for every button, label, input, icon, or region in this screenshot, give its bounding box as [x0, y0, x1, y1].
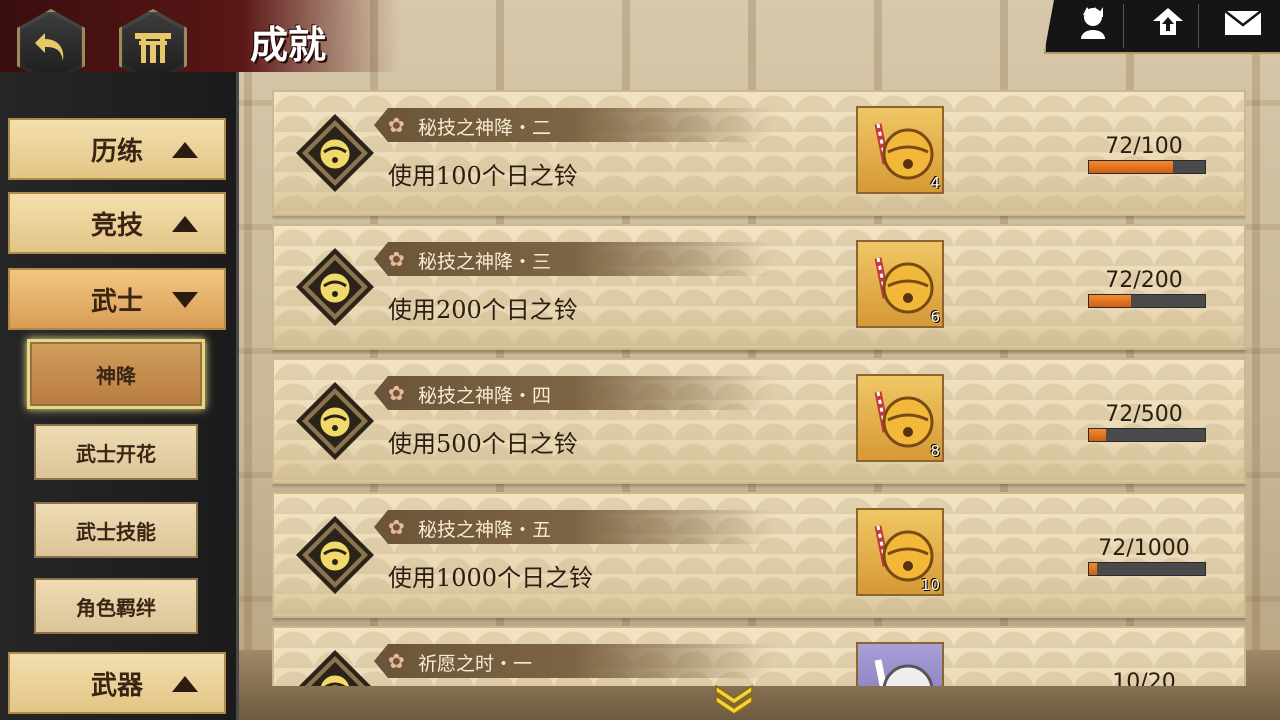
- mail-icon: [1224, 9, 1262, 44]
- golden-bell-icon: [874, 391, 934, 448]
- achievement-description: 使用200个日之铃: [388, 296, 578, 324]
- achievement-row: ✿ 祈愿之时・一 10/20: [272, 626, 1246, 686]
- achievement-row: ✿ 秘技之神降・四 使用500个日之铃 8 72/500: [272, 358, 1246, 484]
- achievement-row: ✿ 秘技之神降・五 使用1000个日之铃 10 72/1000: [272, 492, 1246, 618]
- reward-count: 4: [930, 174, 940, 192]
- top-toolbar: [1044, 0, 1280, 54]
- achievement-row: ✿ 秘技之神降・三 使用200个日之铃 6 72/200: [272, 224, 1246, 350]
- mail-button[interactable]: [1213, 4, 1273, 48]
- category-button-lilian[interactable]: 历练: [8, 118, 226, 180]
- back-arrow-icon: [21, 13, 81, 81]
- reward-item[interactable]: [856, 642, 944, 686]
- subcategory-button-shenjiang[interactable]: 神降: [30, 342, 202, 406]
- progress-bar: [1088, 160, 1206, 174]
- subcategory-label: 武士技能: [76, 519, 156, 544]
- golden-bell-icon: [874, 123, 934, 180]
- bell-badge-icon: [296, 382, 374, 460]
- golden-bell-icon: [874, 257, 934, 314]
- achievement-description: 使用500个日之铃: [388, 430, 578, 458]
- category-button-wuqi[interactable]: 武器: [8, 652, 226, 714]
- achievement-row: ✿ 秘技之神降・二 使用100个日之铃 4 72/100: [272, 90, 1246, 216]
- reward-item[interactable]: 10: [856, 508, 944, 596]
- subcategory-button-jiaosejiban[interactable]: 角色羁绊: [34, 578, 198, 634]
- expand-arrow-icon: [172, 142, 198, 158]
- category-label: 竞技: [90, 210, 143, 241]
- silver-bell-icon: [874, 659, 934, 686]
- page-title: 成就: [250, 22, 327, 67]
- bell-badge-icon: [296, 516, 374, 594]
- flower-icon: ✿: [388, 247, 405, 271]
- achievement-subtitle: 秘技之神降・四: [418, 385, 552, 407]
- achievement-subtitle: 秘技之神降・三: [418, 251, 552, 273]
- subcategory-label: 神降: [96, 363, 136, 388]
- bell-badge-icon: [296, 114, 374, 192]
- progress-bar: [1088, 562, 1206, 576]
- progress-fill: [1089, 161, 1173, 173]
- gate-icon: [123, 13, 183, 81]
- category-label: 武士: [90, 286, 143, 317]
- category-label: 武器: [90, 670, 143, 701]
- expand-arrow-icon: [172, 676, 198, 692]
- subcategory-button-wushikaihua[interactable]: 武士开花: [34, 424, 198, 480]
- scroll-down-chevron-icon[interactable]: [712, 682, 756, 714]
- reward-count: 8: [930, 442, 940, 460]
- progress-bar: [1088, 428, 1206, 442]
- reward-count: 10: [920, 576, 940, 594]
- progress-fill: [1089, 429, 1106, 441]
- progress-text: 10/20: [1112, 670, 1176, 686]
- subcategory-label: 角色羁绊: [76, 595, 156, 620]
- character-button[interactable]: [1063, 4, 1124, 48]
- achievement-list[interactable]: ✿ 秘技之神降・二 使用100个日之铃 4 72/100 ✿ 秘技之神降・三 使…: [272, 90, 1246, 686]
- progress-text: 72/200: [1105, 268, 1183, 293]
- achievement-description: 使用100个日之铃: [388, 162, 578, 190]
- flower-icon: ✿: [388, 113, 405, 137]
- flower-icon: ✿: [388, 381, 405, 405]
- achievement-subtitle: 祈愿之时・一: [418, 653, 533, 675]
- reward-count: 6: [930, 308, 940, 326]
- home-up-icon: [1151, 5, 1185, 47]
- progress-fill: [1089, 295, 1131, 307]
- bell-badge-icon: [296, 248, 374, 326]
- progress-text: 72/1000: [1098, 536, 1190, 561]
- flower-icon: ✿: [388, 649, 405, 673]
- collapse-arrow-icon: [172, 292, 198, 308]
- reward-item[interactable]: 4: [856, 106, 944, 194]
- progress-text: 72/500: [1105, 402, 1183, 427]
- achievement-subtitle: 秘技之神降・二: [418, 117, 552, 139]
- achievement-subtitle: 秘技之神降・五: [418, 519, 552, 541]
- expand-arrow-icon: [172, 216, 198, 232]
- category-label: 历练: [90, 136, 143, 167]
- progress-text: 72/100: [1105, 134, 1183, 159]
- subcategory-button-wushijineng[interactable]: 武士技能: [34, 502, 198, 558]
- character-icon: [1077, 5, 1109, 47]
- progress-bar: [1088, 294, 1206, 308]
- bell-badge-icon: [299, 650, 371, 686]
- sidebar: 历练 竞技 武士 神降 武士开花 武士技能 角色羁绊 武器: [0, 72, 239, 720]
- achievement-description: 使用1000个日之铃: [388, 564, 594, 592]
- progress-fill: [1089, 563, 1098, 575]
- reward-item[interactable]: 8: [856, 374, 944, 462]
- category-button-jingji[interactable]: 竞技: [8, 192, 226, 254]
- reward-item[interactable]: 6: [856, 240, 944, 328]
- home-up-button[interactable]: [1138, 4, 1199, 48]
- subcategory-label: 武士开花: [76, 441, 156, 466]
- category-button-wushi[interactable]: 武士: [8, 268, 226, 330]
- flower-icon: ✿: [388, 515, 405, 539]
